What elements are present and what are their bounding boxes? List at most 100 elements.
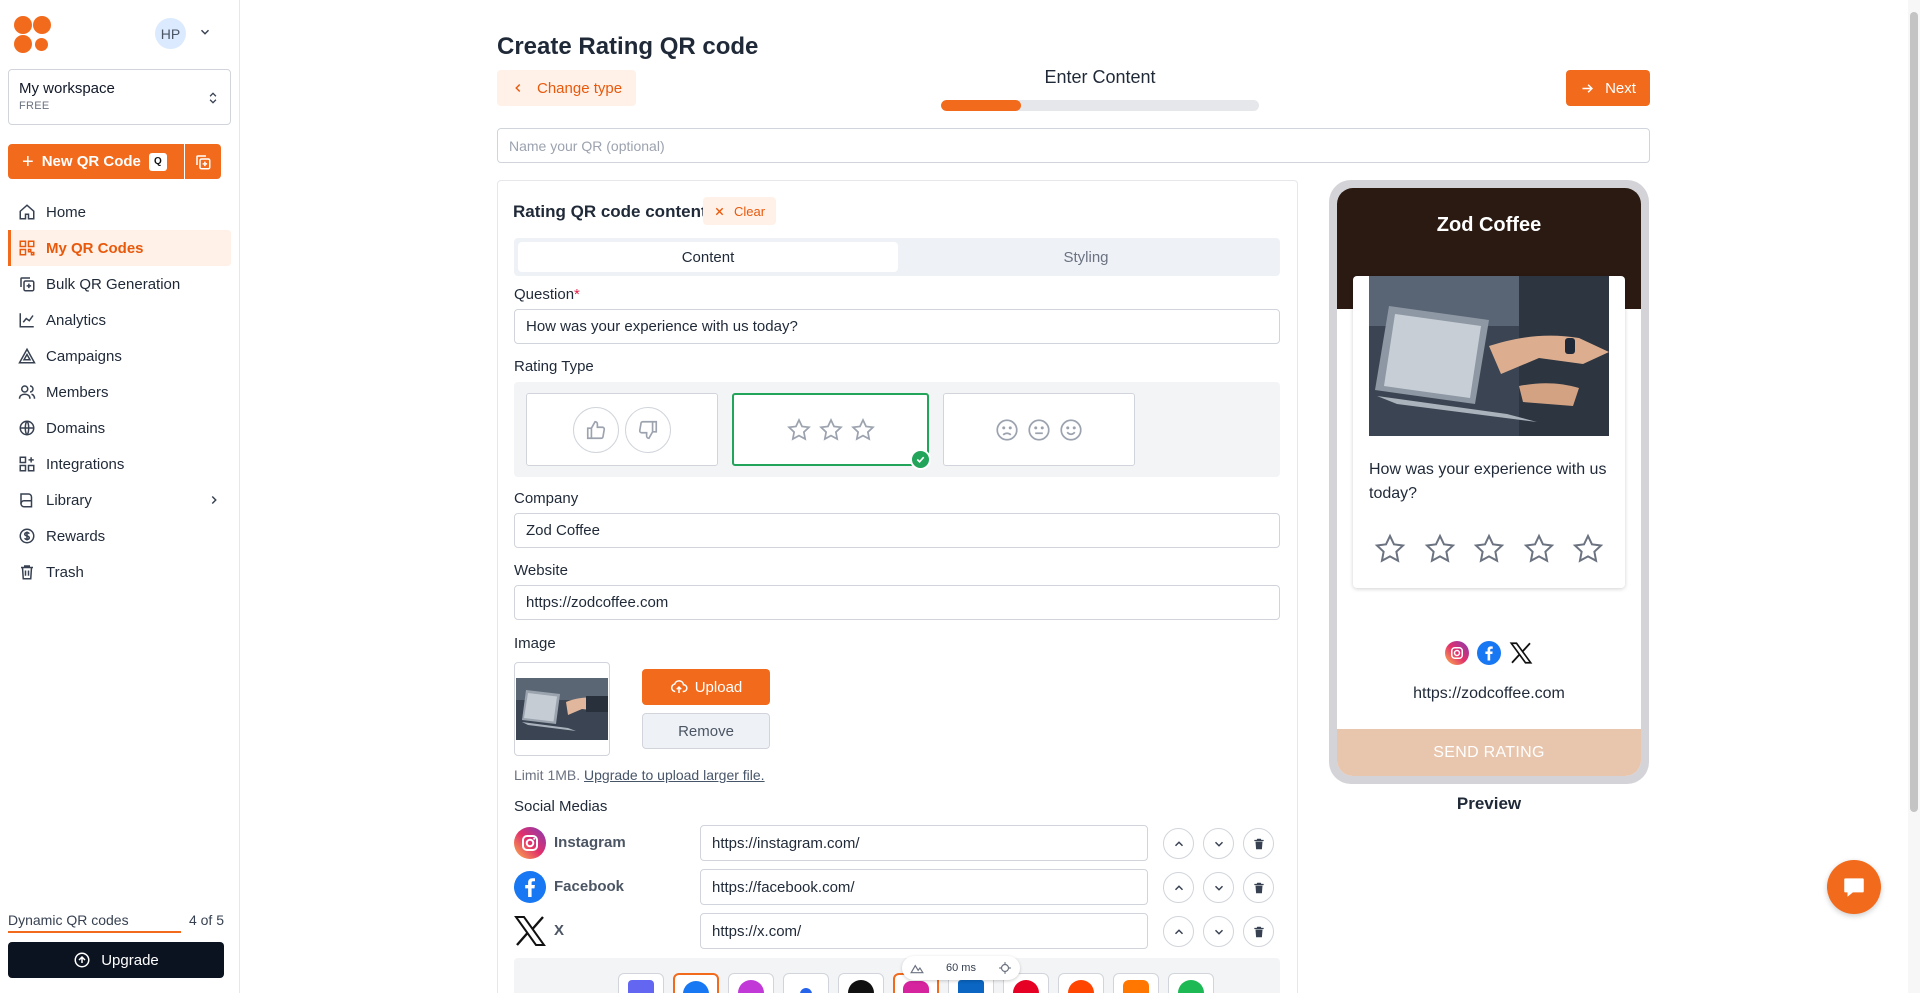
- send-rating-button[interactable]: SEND RATING: [1337, 729, 1641, 776]
- clear-button[interactable]: Clear: [703, 197, 776, 225]
- social-row-x: X https://x.com/: [514, 913, 1280, 949]
- mountain-icon: [910, 964, 924, 974]
- preview-stars: [1373, 532, 1605, 566]
- star-icon: [786, 417, 811, 441]
- delete-social-button[interactable]: [1243, 916, 1274, 947]
- sidebar-item-home[interactable]: Home: [8, 194, 231, 230]
- change-type-label: Change type: [537, 79, 623, 97]
- avatar[interactable]: HP: [155, 18, 186, 49]
- sidebar-item-rewards[interactable]: Rewards: [8, 518, 231, 554]
- website-input[interactable]: https://zodcoffee.com: [514, 585, 1280, 620]
- chat-support-button[interactable]: [1827, 860, 1881, 914]
- social-option-github[interactable]: [838, 973, 884, 993]
- move-up-button[interactable]: [1163, 872, 1194, 903]
- question-label-text: Question: [514, 286, 575, 303]
- rating-type-selector: [514, 382, 1280, 477]
- social-option-spotify[interactable]: [1168, 973, 1214, 993]
- preview-website[interactable]: https://zodcoffee.com: [1337, 685, 1641, 703]
- sidebar-item-label: Home: [46, 203, 87, 221]
- sidebar-item-label: Trash: [46, 563, 84, 581]
- sidebar-item-integrations[interactable]: Integrations: [8, 446, 231, 482]
- upload-button[interactable]: Upload: [642, 669, 770, 705]
- sidebar-item-library[interactable]: Library: [8, 482, 231, 518]
- thumbs-up-icon: [586, 420, 606, 439]
- sidebar-item-analytics[interactable]: Analytics: [8, 302, 231, 338]
- tab-styling[interactable]: Styling: [896, 242, 1276, 272]
- limit-text: Limit 1MB.: [514, 767, 581, 783]
- upgrade-button[interactable]: Upgrade: [8, 942, 224, 978]
- chevron-right-icon[interactable]: [207, 493, 221, 507]
- qr-name-input[interactable]: Name your QR (optional): [497, 128, 1650, 163]
- sidebar-item-my-qr-codes[interactable]: My QR Codes: [8, 230, 231, 266]
- move-up-button[interactable]: [1163, 828, 1194, 859]
- duplicate-qr-button[interactable]: [185, 144, 221, 179]
- sidebar-item-trash[interactable]: Trash: [8, 554, 231, 590]
- social-option-reddit[interactable]: [1058, 973, 1104, 993]
- social-option-soundcloud[interactable]: [1113, 973, 1159, 993]
- sidebar: HP My workspace FREE + New QR Code Q Hom…: [0, 0, 240, 993]
- remove-button[interactable]: Remove: [642, 713, 770, 749]
- sidebar-item-label: Members: [46, 383, 109, 401]
- facebook-icon: [514, 871, 546, 903]
- social-url-input[interactable]: https://instagram.com/: [700, 825, 1148, 861]
- social-url-input[interactable]: https://facebook.com/: [700, 869, 1148, 905]
- clear-label: Clear: [733, 203, 766, 219]
- social-option-flickr[interactable]: [783, 973, 829, 993]
- move-up-button[interactable]: [1163, 916, 1194, 947]
- app-logo-icon[interactable]: [14, 16, 52, 53]
- sidebar-item-bulk-qr-generation[interactable]: Bulk QR Generation: [8, 266, 231, 302]
- star-icon[interactable]: [1522, 532, 1556, 566]
- plus-icon: +: [22, 150, 34, 173]
- instagram-icon[interactable]: [1445, 641, 1469, 665]
- preview-image: [1369, 276, 1609, 436]
- chevron-down-icon[interactable]: [198, 25, 212, 39]
- social-option-facebook[interactable]: [673, 973, 719, 993]
- star-icon[interactable]: [1373, 532, 1407, 566]
- new-qr-code-button[interactable]: + New QR Code Q: [8, 144, 184, 179]
- sidebar-nav: Home My QR Codes Bulk QR Generation Anal…: [8, 194, 231, 590]
- star-icon[interactable]: [1472, 532, 1506, 566]
- move-down-button[interactable]: [1203, 828, 1234, 859]
- next-button[interactable]: Next: [1566, 70, 1650, 106]
- move-down-button[interactable]: [1203, 916, 1234, 947]
- delete-social-button[interactable]: [1243, 828, 1274, 859]
- change-type-button[interactable]: Change type: [497, 70, 636, 106]
- social-option-calendar[interactable]: [618, 973, 664, 993]
- rating-type-label: Rating Type: [514, 358, 594, 375]
- step-label: Enter Content: [1044, 67, 1156, 87]
- rating-type-stars[interactable]: [732, 393, 929, 466]
- star-icon[interactable]: [1423, 532, 1457, 566]
- question-input[interactable]: How was your experience with us today?: [514, 309, 1280, 344]
- facebook-icon[interactable]: [1477, 641, 1501, 665]
- workspace-name: My workspace: [19, 80, 115, 97]
- tab-content[interactable]: Content: [518, 242, 898, 272]
- social-row-instagram: Instagram https://instagram.com/: [514, 825, 1280, 861]
- star-icon[interactable]: [1571, 532, 1605, 566]
- website-label: Website: [514, 562, 568, 579]
- arrow-up-circle-icon: [74, 952, 90, 968]
- x-icon[interactable]: [1509, 641, 1533, 665]
- rating-type-emoji[interactable]: [943, 393, 1135, 466]
- fps-readout: 60 ms: [946, 962, 976, 974]
- image-label: Image: [514, 635, 556, 652]
- sidebar-item-members[interactable]: Members: [8, 374, 231, 410]
- move-down-button[interactable]: [1203, 872, 1234, 903]
- upgrade-upload-link[interactable]: Upgrade to upload larger file.: [584, 767, 765, 783]
- workspace-selector[interactable]: My workspace FREE: [8, 69, 231, 125]
- scrollbar-thumb[interactable]: [1910, 12, 1918, 812]
- dynamic-qr-count: 4 of 5: [188, 912, 224, 928]
- target-icon[interactable]: [998, 961, 1012, 975]
- rating-type-thumbs[interactable]: [526, 393, 718, 466]
- delete-social-button[interactable]: [1243, 872, 1274, 903]
- sidebar-item-campaigns[interactable]: Campaigns: [8, 338, 231, 374]
- chevron-up-icon: [1174, 884, 1183, 890]
- step-progress-fill: [941, 100, 1021, 111]
- content-tabs: Content Styling: [514, 238, 1280, 276]
- users-icon: [18, 385, 36, 399]
- sidebar-item-domains[interactable]: Domains: [8, 410, 231, 446]
- chevron-left-icon: [515, 83, 521, 93]
- social-url-input[interactable]: https://x.com/: [700, 913, 1148, 949]
- page-scrollbar[interactable]: [1908, 0, 1920, 993]
- company-input[interactable]: Zod Coffee: [514, 513, 1280, 548]
- social-option-messenger[interactable]: [728, 973, 774, 993]
